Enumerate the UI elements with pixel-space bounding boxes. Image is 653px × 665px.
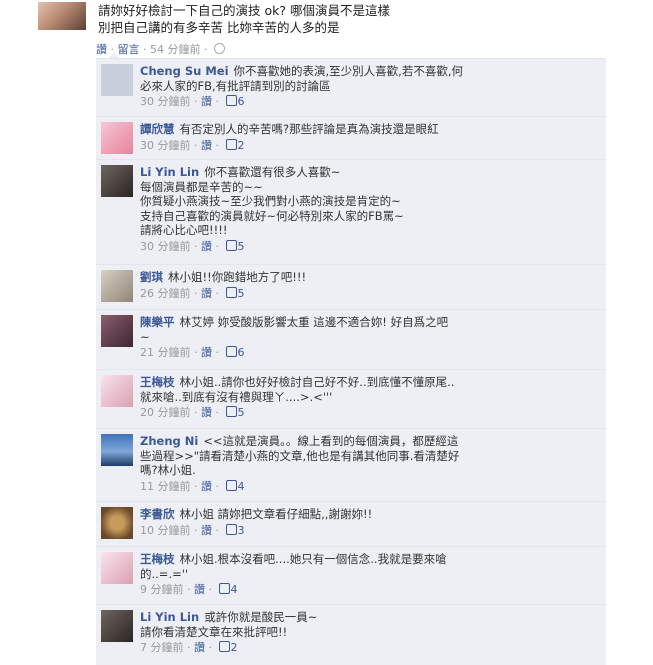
- comment-like-count[interactable]: 6: [238, 95, 245, 108]
- comment-meta: 30 分鐘前 · 讚 · 5: [140, 239, 245, 253]
- comment-meta: 20 分鐘前 · 讚 · 5: [140, 406, 245, 419]
- separator: ·: [143, 43, 147, 56]
- comment: Zheng Ni <<這就是演員。。線上看到的每個演員，都歷經這 些過程>>"請看…: [96, 428, 606, 501]
- comment-text: 林小姐..請你也好好檢討自己好不好..到底懂不懂原尾.. 就來嗆..到底有沒有禮…: [140, 375, 455, 404]
- comment-like-count[interactable]: 2: [238, 139, 245, 152]
- comment-author[interactable]: Cheng Su Mei: [140, 64, 229, 78]
- comment-meta: 9 分鐘前 · 讚 · 4: [140, 583, 238, 596]
- comments-list: Cheng Su Mei 你不喜歡她的表演,至少別人喜歡,若不喜歡,何 必來人家的…: [96, 58, 606, 665]
- separator: ·: [204, 43, 208, 56]
- comment-timestamp[interactable]: 30 分鐘前: [140, 240, 191, 253]
- comment-author[interactable]: 陳樂平: [140, 315, 175, 329]
- comment-like-link[interactable]: 讚: [194, 583, 205, 596]
- post-author-avatar[interactable]: [38, 2, 86, 30]
- comment-like-link[interactable]: 讚: [201, 139, 212, 152]
- comment-meta: 11 分鐘前 · 讚 · 4: [140, 479, 245, 493]
- comment-timestamp[interactable]: 20 分鐘前: [140, 406, 191, 419]
- like-thumb-icon: [225, 138, 237, 150]
- post-comment-link[interactable]: 留言: [118, 43, 140, 56]
- like-thumb-icon: [225, 523, 237, 535]
- comment-like-count[interactable]: 4: [238, 480, 245, 493]
- comment-like-count[interactable]: 6: [238, 346, 245, 359]
- comment-text: 林小姐.根本沒看吧....她只有一個信念..我就是要來嗆 的..=.='': [140, 552, 447, 581]
- comment-author[interactable]: 王梅枝: [140, 375, 175, 389]
- commenter-avatar[interactable]: [101, 552, 133, 584]
- comment-like-count[interactable]: 5: [238, 287, 245, 300]
- like-thumb-icon: [225, 479, 237, 491]
- commenter-avatar[interactable]: [101, 610, 133, 642]
- like-thumb-icon: [225, 239, 237, 251]
- comment-timestamp[interactable]: 21 分鐘前: [140, 346, 191, 359]
- post-timestamp[interactable]: 54 分鐘前: [150, 43, 201, 56]
- comment-timestamp[interactable]: 26 分鐘前: [140, 287, 191, 300]
- commenter-avatar[interactable]: [101, 122, 133, 154]
- comment-like-link[interactable]: 讚: [201, 406, 212, 419]
- like-thumb-icon: [225, 346, 237, 357]
- comment-like-count[interactable]: 5: [238, 406, 245, 419]
- comment-like-link[interactable]: 讚: [194, 641, 205, 654]
- comment: 劉琪 林小姐!!你跑錯地方了吧!!! 26 分鐘前 · 讚 · 5: [96, 264, 606, 309]
- comment-text: 林小姐!!你跑錯地方了吧!!!: [168, 270, 307, 284]
- comment-meta: 7 分鐘前 · 讚 · 2: [140, 641, 238, 654]
- commenter-avatar[interactable]: [101, 315, 133, 347]
- comment-meta: 26 分鐘前 · 讚 · 5: [140, 286, 245, 300]
- comment-timestamp[interactable]: 30 分鐘前: [140, 139, 191, 152]
- like-thumb-icon: [218, 641, 230, 652]
- commenter-avatar[interactable]: [101, 64, 133, 96]
- commenter-avatar[interactable]: [101, 165, 133, 197]
- comment-like-link[interactable]: 讚: [201, 346, 212, 359]
- comment-author[interactable]: 劉琪: [140, 270, 163, 284]
- comment-like-link[interactable]: 讚: [201, 240, 212, 253]
- comment: 李書欣 林小姐 請妳把文章看仔細點,,謝謝妳!! 10 分鐘前 · 讚 · 3: [96, 501, 606, 546]
- comment-timestamp[interactable]: 9 分鐘前: [140, 583, 184, 596]
- comment-like-count[interactable]: 4: [231, 583, 238, 596]
- comment: Li Yin Lin 或許你就是酸民一員~ 請你看清楚文章在來批評吧!! 7 分鐘…: [96, 604, 606, 665]
- comment-timestamp[interactable]: 11 分鐘前: [140, 480, 191, 493]
- comment: 譚欣慧 有否定別人的辛苦嗎?那些評論是真為演技還是眼紅 30 分鐘前 · 讚 · …: [96, 116, 606, 159]
- comment-like-link[interactable]: 讚: [201, 480, 212, 493]
- post-text-line-1: 請妳好好檢討一下自己的演技 ok? 哪個演員不是這樣: [98, 3, 390, 18]
- comment-author[interactable]: Li Yin Lin: [140, 610, 199, 624]
- like-thumb-icon: [225, 406, 237, 417]
- comment-like-link[interactable]: 讚: [201, 95, 212, 108]
- comment: 王梅枝 林小姐..請你也好好檢討自己好不好..到底懂不懂原尾.. 就來嗆..到底有…: [96, 369, 606, 428]
- comment-like-count[interactable]: 3: [238, 524, 245, 537]
- comment: 陳樂平 林艾婷 妳受酸版影響太重 這邊不適合妳! 好自爲之吧 ~ 21 分鐘前 ·…: [96, 309, 606, 369]
- comment: Li Yin Lin 你不喜歡還有很多人喜歡~ 每個演員都是辛苦的~~ 你質疑小燕…: [96, 159, 606, 264]
- comment-meta: 10 分鐘前 · 讚 · 3: [140, 523, 245, 537]
- comment-timestamp[interactable]: 7 分鐘前: [140, 641, 184, 654]
- comment-meta: 21 分鐘前 · 讚 · 6: [140, 346, 245, 359]
- comment-text: 林小姐 請妳把文章看仔細點,,謝謝妳!!: [179, 507, 373, 521]
- commenter-avatar[interactable]: [101, 434, 133, 466]
- comment: 王梅枝 林小姐.根本沒看吧....她只有一個信念..我就是要來嗆 的..=.=''…: [96, 546, 606, 604]
- comment-text: 有否定別人的辛苦嗎?那些評論是真為演技還是眼紅: [179, 122, 439, 136]
- comment-author[interactable]: Zheng Ni: [140, 434, 198, 448]
- post-like-link[interactable]: 讚: [96, 43, 107, 56]
- comment-like-count[interactable]: 2: [231, 641, 238, 654]
- comment-like-count[interactable]: 5: [238, 240, 245, 253]
- like-thumb-icon: [225, 286, 237, 298]
- post-text: 請妳好好檢討一下自己的演技 ok? 哪個演員不是這樣 別把自己講的有多辛苦 比妳…: [98, 2, 588, 36]
- commenter-avatar[interactable]: [101, 507, 133, 539]
- post-text-line-2: 別把自己講的有多辛苦 比妳辛苦的人多的是: [98, 20, 340, 35]
- comment-timestamp[interactable]: 10 分鐘前: [140, 524, 191, 537]
- comment: Cheng Su Mei 你不喜歡她的表演,至少別人喜歡,若不喜歡,何 必來人家的…: [96, 58, 606, 116]
- comment-meta: 30 分鐘前 · 讚 · 6: [140, 95, 245, 108]
- public-globe-icon: [214, 43, 225, 54]
- comment-like-link[interactable]: 讚: [201, 287, 212, 300]
- like-thumb-icon: [218, 583, 230, 594]
- like-thumb-icon: [225, 95, 237, 106]
- comment-author[interactable]: 李書欣: [140, 507, 175, 521]
- comment-like-link[interactable]: 讚: [201, 524, 212, 537]
- comment-meta: 30 分鐘前 · 讚 · 2: [140, 138, 245, 152]
- comment-author[interactable]: 譚欣慧: [140, 122, 175, 136]
- comment-author[interactable]: 王梅枝: [140, 552, 175, 566]
- commenter-avatar[interactable]: [101, 270, 133, 302]
- comment-text: 林艾婷 妳受酸版影響太重 這邊不適合妳! 好自爲之吧 ~: [140, 315, 449, 344]
- comment-timestamp[interactable]: 30 分鐘前: [140, 95, 191, 108]
- commenter-avatar[interactable]: [101, 375, 133, 407]
- comment-author[interactable]: Li Yin Lin: [140, 165, 199, 179]
